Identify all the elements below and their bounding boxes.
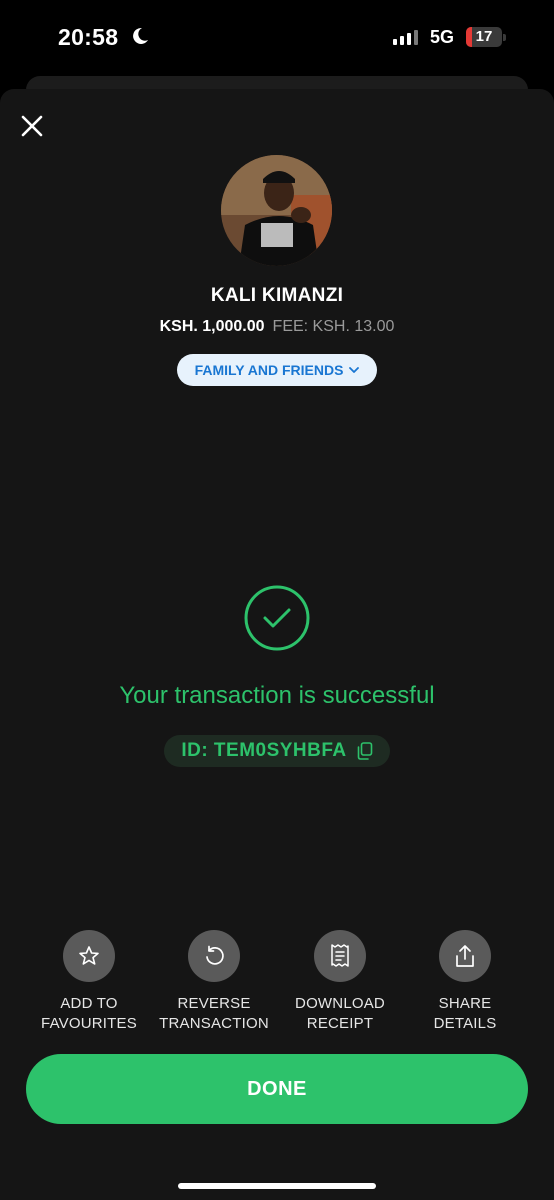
reverse-transaction-button[interactable]: REVERSE TRANSACTION xyxy=(151,930,277,1034)
favourite-icon-circle[interactable] xyxy=(63,930,115,982)
favourite-label-line2: FAVOURITES xyxy=(41,1015,137,1032)
done-button[interactable]: DONE xyxy=(26,1054,528,1124)
reverse-icon-circle[interactable] xyxy=(188,930,240,982)
receipt-label-line2: RECEIPT xyxy=(306,1015,374,1032)
favourite-label-line1: ADD TO xyxy=(60,995,118,1012)
copy-icon[interactable] xyxy=(357,742,373,760)
avatar xyxy=(221,155,332,266)
transaction-id-copy[interactable]: ID: TEM0SYHBFA xyxy=(164,735,390,767)
chevron-down-icon xyxy=(349,367,360,373)
reverse-label-line2: TRANSACTION xyxy=(159,1015,269,1032)
battery-level: 17 xyxy=(475,28,493,45)
amount-value: KSH. 1,000.00 xyxy=(159,318,265,335)
moon-icon xyxy=(133,27,148,44)
receipt-icon xyxy=(331,944,349,967)
recipient-name: KALI KIMANZI xyxy=(210,285,344,306)
transaction-id: ID: TEM0SYHBFA xyxy=(181,740,347,761)
share-icon-circle[interactable] xyxy=(439,930,491,982)
success-message: Your transaction is successful xyxy=(119,682,435,709)
download-receipt-button[interactable]: DOWNLOAD RECEIPT xyxy=(277,930,403,1034)
battery-icon: 17 xyxy=(466,27,502,47)
home-indicator[interactable] xyxy=(178,1183,376,1189)
share-details-button[interactable]: SHARE DETAILS xyxy=(402,930,528,1034)
receipt-label-line1: DOWNLOAD xyxy=(295,995,385,1012)
status-bar: 20:58 5G 17 xyxy=(0,0,554,76)
star-icon xyxy=(79,946,99,965)
clock: 20:58 xyxy=(58,24,119,50)
receipt-icon-circle[interactable] xyxy=(314,930,366,982)
category-dropdown[interactable]: FAMILY AND FRIENDS xyxy=(177,354,377,386)
check-circle-icon xyxy=(244,585,310,651)
amount-line: KSH. 1,000.00 FEE: KSH. 13.00 xyxy=(0,318,554,336)
battery-tip xyxy=(503,34,506,41)
share-icon xyxy=(456,945,474,967)
signal-icon xyxy=(393,29,418,45)
reverse-label-line1: REVERSE xyxy=(177,995,251,1012)
add-to-favourites-button[interactable]: ADD TO FAVOURITES xyxy=(26,930,152,1034)
category-label: FAMILY AND FRIENDS xyxy=(194,362,344,378)
close-icon[interactable] xyxy=(16,110,48,142)
share-label-line2: DETAILS xyxy=(433,1015,497,1032)
fee-value: FEE: KSH. 13.00 xyxy=(272,318,395,335)
undo-icon xyxy=(206,945,224,965)
network-label: 5G xyxy=(430,27,455,47)
share-label-line1: SHARE xyxy=(438,995,492,1012)
